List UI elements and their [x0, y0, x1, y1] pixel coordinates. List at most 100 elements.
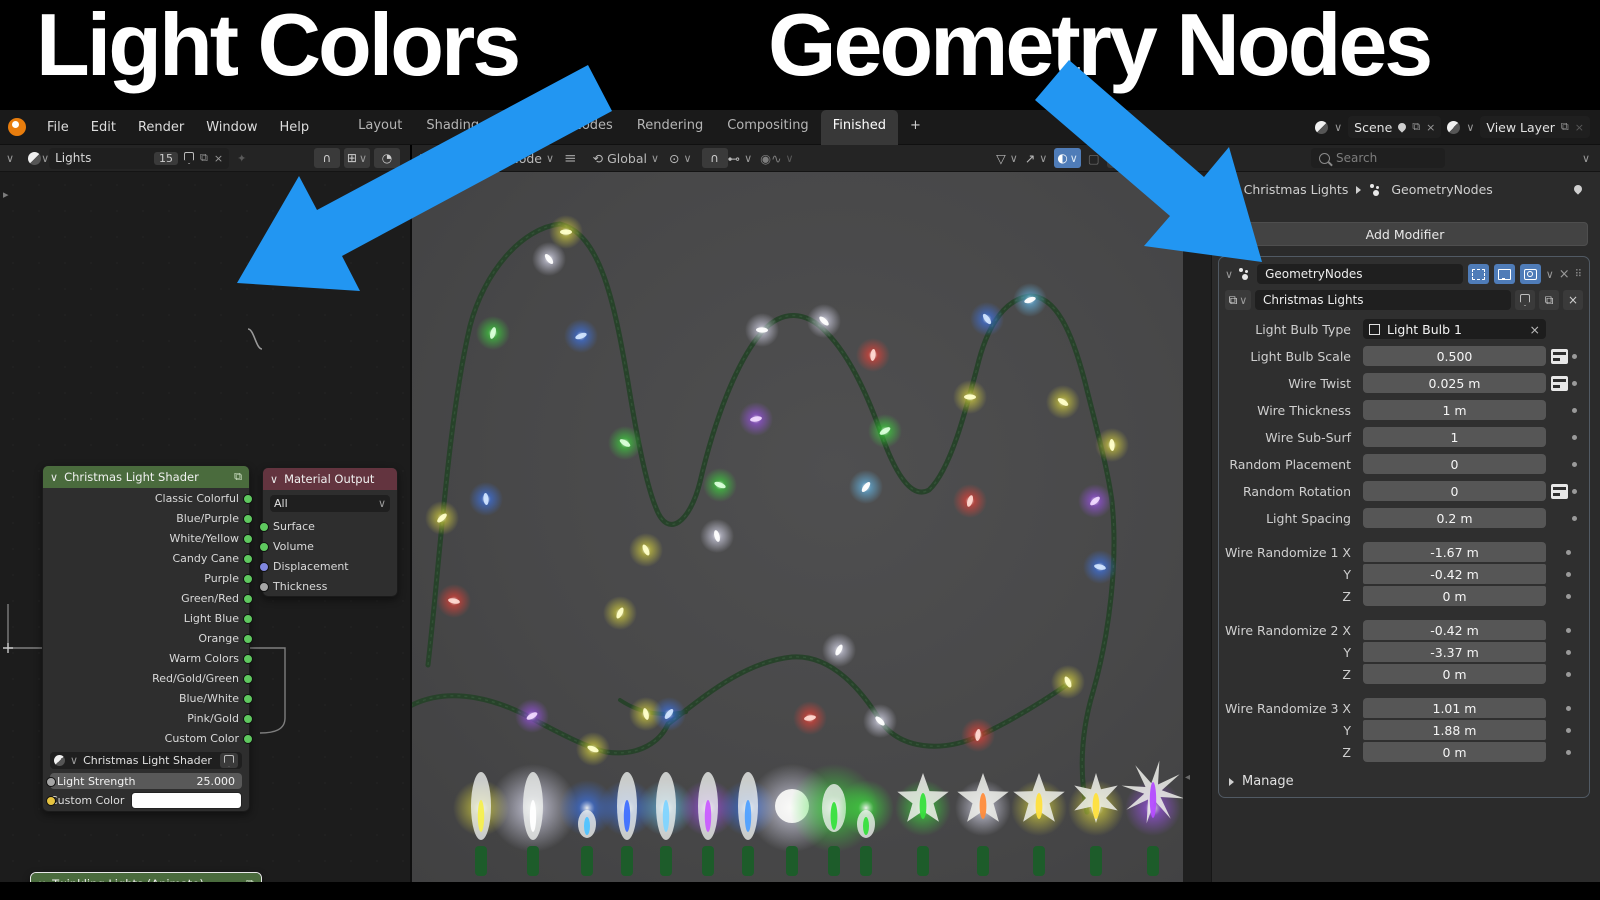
editor-resize-handle[interactable]: ‹› [392, 188, 401, 201]
socket-out[interactable] [243, 494, 253, 504]
value-field[interactable]: 0.2 m [1363, 508, 1546, 528]
add-modifier-button[interactable]: Add Modifier [1222, 222, 1588, 246]
socket-out[interactable] [243, 714, 253, 724]
value-field[interactable]: -0.42 m [1363, 620, 1546, 640]
breadcrumb-modifier[interactable]: GeometryNodes [1391, 182, 1492, 197]
input-attribute-icon[interactable] [1551, 484, 1568, 499]
socket-in[interactable] [259, 562, 269, 572]
modifier-name-field[interactable]: GeometryNodes [1257, 264, 1463, 284]
value-field[interactable]: 1.88 m [1363, 720, 1546, 740]
edit-mode-toggle[interactable] [1468, 264, 1489, 284]
user-count-badge[interactable]: 15 [154, 152, 178, 165]
value-field[interactable]: 0 m [1363, 742, 1546, 762]
socket-out[interactable] [243, 554, 253, 564]
socket-color[interactable] [46, 796, 56, 806]
fake-user-shield-icon[interactable] [184, 152, 194, 164]
node-christmas-light-shader[interactable]: ∨ Christmas Light Shader ⧉ Classic Color… [42, 465, 250, 812]
value-field[interactable]: 0.025 m [1363, 373, 1546, 393]
animate-decorator[interactable] [1566, 594, 1571, 599]
properties-tab-strip[interactable]: ◂ [1183, 172, 1212, 882]
blender-logo-icon[interactable] [8, 118, 26, 136]
snap-target-dropdown[interactable]: ⊞∨ [344, 148, 370, 168]
shader-node-editor[interactable]: ▸ ‹› ∨ Christmas Light Shader ⧉ Classic … [0, 172, 410, 882]
socket-out[interactable] [243, 654, 253, 664]
animate-decorator[interactable] [1572, 354, 1577, 359]
close-icon[interactable]: × [1426, 121, 1435, 134]
animate-decorator[interactable] [1572, 435, 1577, 440]
snap-with-dropdown[interactable]: ⊷∨ [728, 151, 753, 166]
node-group-field[interactable]: Christmas Lights [1255, 290, 1511, 310]
properties-search[interactable]: Search [1311, 148, 1445, 168]
fake-user-button[interactable] [220, 753, 238, 768]
value-field[interactable]: 1 m [1363, 400, 1546, 420]
value-field[interactable]: 0 m [1363, 664, 1546, 684]
viewport-3d[interactable] [412, 172, 1183, 882]
input-attribute-icon[interactable] [1551, 376, 1568, 391]
socket-in[interactable] [259, 522, 269, 532]
drag-handle-icon[interactable]: ⠿ [1575, 269, 1583, 280]
animate-decorator[interactable] [1566, 750, 1571, 755]
duplicate-icon[interactable]: ⧉ [1539, 290, 1559, 310]
animate-decorator[interactable] [1572, 489, 1577, 494]
node-tree-dropdown[interactable]: ⧉∨ [1225, 290, 1251, 310]
animate-decorator[interactable] [1566, 650, 1571, 655]
shading-solid-icon[interactable]: ● [1122, 150, 1133, 167]
new-scene-icon[interactable]: ⧉ [1412, 120, 1420, 134]
value-field[interactable]: 0.500 [1363, 346, 1546, 366]
socket-out[interactable] [243, 634, 253, 644]
socket-out[interactable] [243, 674, 253, 684]
unlink-icon[interactable]: × [214, 152, 223, 165]
collapse-icon[interactable]: ∨ [50, 471, 58, 484]
menu-edit[interactable]: Edit [80, 120, 127, 135]
falloff-dropdown[interactable]: ∿∨ [771, 151, 794, 166]
node-header[interactable]: ∨ Christmas Light Shader ⧉ [43, 466, 249, 488]
tab-finished[interactable]: Finished [821, 110, 898, 145]
chevron-down-icon[interactable]: ∨ [1582, 152, 1590, 165]
animate-decorator[interactable] [1566, 550, 1571, 555]
chevron-down-icon[interactable]: ∨ [6, 152, 14, 165]
editor-type-icon[interactable]: ▤∨ [416, 148, 443, 168]
shading-material-icon[interactable]: ◐ [1136, 150, 1159, 167]
breadcrumb-object[interactable]: Christmas Lights [1244, 182, 1349, 197]
menu-render[interactable]: Render [127, 120, 195, 135]
pin-icon[interactable]: ✦ [237, 152, 246, 165]
value-field[interactable]: 0 m [1363, 586, 1546, 606]
duplicate-icon[interactable]: ⧉ [200, 151, 208, 165]
light-strength-slider[interactable]: Light Strength 25.000 [50, 773, 242, 789]
tab-compositing[interactable]: Compositing [715, 110, 821, 145]
animate-decorator[interactable] [1566, 628, 1571, 633]
animate-decorator[interactable] [1566, 572, 1571, 577]
collapse-icon[interactable]: ∨ [270, 473, 278, 486]
socket-out[interactable] [243, 514, 253, 524]
animate-decorator[interactable] [1572, 462, 1577, 467]
animate-decorator[interactable] [1566, 672, 1571, 677]
node-group-selector[interactable]: ∨ Christmas Light Shader [50, 752, 242, 769]
value-field[interactable]: -3.37 m [1363, 642, 1546, 662]
delete-modifier-icon[interactable]: × [1559, 267, 1570, 282]
socket-out[interactable] [243, 734, 253, 744]
animate-decorator[interactable] [1572, 381, 1577, 386]
socket-out[interactable] [243, 614, 253, 624]
pin-id-icon[interactable] [1574, 182, 1586, 194]
menu-help[interactable]: Help [269, 120, 321, 135]
snapping-magnet-icon[interactable]: ∩ [314, 148, 340, 168]
manage-section[interactable]: Manage [1229, 774, 1589, 789]
value-field[interactable]: -1.67 m [1363, 542, 1546, 562]
material-name-field[interactable]: Lights 15 ⧉ × [49, 148, 229, 169]
orientation-dropdown[interactable]: ⟲ Global ∨ [593, 151, 659, 166]
socket-out[interactable] [243, 574, 253, 584]
socket-out[interactable] [243, 534, 253, 544]
fake-user-button[interactable] [1515, 290, 1535, 310]
overlays-toggle[interactable]: ◐∨ [1054, 148, 1081, 168]
render-toggle[interactable] [1520, 264, 1541, 284]
input-attribute-icon[interactable] [1551, 349, 1568, 364]
menu-window[interactable]: Window [195, 120, 268, 135]
realtime-toggle[interactable] [1494, 264, 1515, 284]
scene-selector[interactable]: Scene ⧉ × [1348, 116, 1441, 138]
animate-decorator[interactable] [1566, 728, 1571, 733]
animate-decorator[interactable] [1572, 408, 1577, 413]
new-view-layer-icon[interactable]: ⧉ [1561, 120, 1569, 134]
socket-out[interactable] [243, 694, 253, 704]
pivot-dropdown[interactable]: ⊙∨ [669, 151, 692, 166]
view-layer-icon[interactable] [1447, 121, 1460, 134]
